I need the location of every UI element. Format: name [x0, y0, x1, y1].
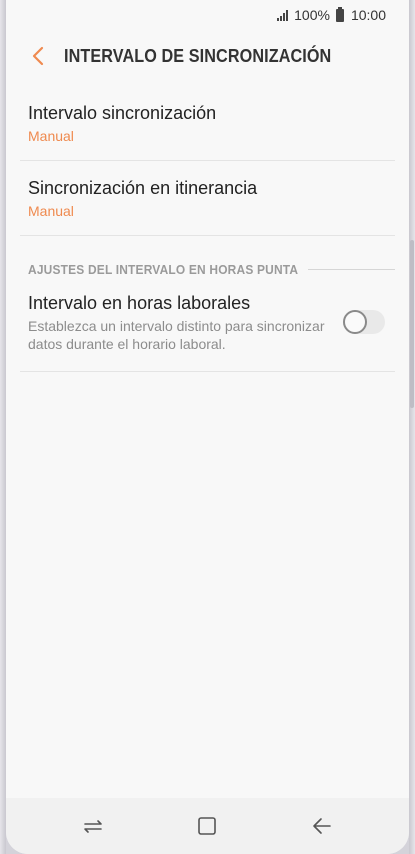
- signal-icon: [277, 9, 289, 21]
- toggle-knob: [343, 310, 367, 334]
- setting-value: Manual: [28, 128, 74, 144]
- app-header: INTERVALO DE SINCRONIZACIÓN: [6, 34, 409, 78]
- section-divider: [307, 268, 395, 270]
- device-edge-right: [409, 0, 415, 854]
- recent-apps-icon: [84, 820, 102, 833]
- back-icon: [313, 818, 331, 834]
- home-button[interactable]: [185, 804, 229, 848]
- section-header: AJUSTES DEL INTERVALO EN HORAS PUNTA: [20, 261, 395, 277]
- device-side-key: [410, 240, 414, 408]
- setting-title: Intervalo en horas laborales: [28, 293, 251, 313]
- setting-title: Sincronización en itinerancia: [28, 178, 258, 198]
- settings-list: Intervalo sincronización Manual Sincroni…: [20, 86, 395, 372]
- recent-apps-button[interactable]: [71, 804, 115, 848]
- status-bar: 100% 10:00: [6, 0, 409, 30]
- section-label: AJUSTES DEL INTERVALO EN HORAS PUNTA: [28, 261, 299, 277]
- setting-title: Intervalo sincronización: [28, 103, 217, 123]
- back-nav-button[interactable]: [300, 804, 344, 848]
- battery-percent: 100%: [294, 7, 330, 23]
- page-title: INTERVALO DE SINCRONIZACIÓN: [64, 45, 332, 66]
- toggle-text: Intervalo en horas laborales Establezca …: [28, 291, 325, 353]
- battery-icon: [335, 6, 344, 22]
- setting-roaming-sync[interactable]: Sincronización en itinerancia Manual: [20, 161, 395, 236]
- device-frame: 100% 10:00 INTERVALO DE SINCRONIZACIÓN I…: [0, 0, 415, 854]
- screen: 100% 10:00 INTERVALO DE SINCRONIZACIÓN I…: [6, 0, 409, 854]
- chevron-left-icon: [32, 46, 44, 66]
- setting-sync-interval[interactable]: Intervalo sincronización Manual: [20, 86, 395, 161]
- work-hours-toggle-switch[interactable]: [343, 310, 385, 334]
- status-time: 10:00: [350, 7, 386, 23]
- navigation-bar: [6, 798, 409, 854]
- home-icon: [198, 817, 217, 835]
- setting-value: Manual: [28, 203, 74, 219]
- back-button[interactable]: [18, 34, 58, 78]
- setting-work-hours-interval[interactable]: Intervalo en horas laborales Establezca …: [20, 277, 395, 372]
- setting-description: Establezca un intervalo distinto para si…: [28, 318, 325, 352]
